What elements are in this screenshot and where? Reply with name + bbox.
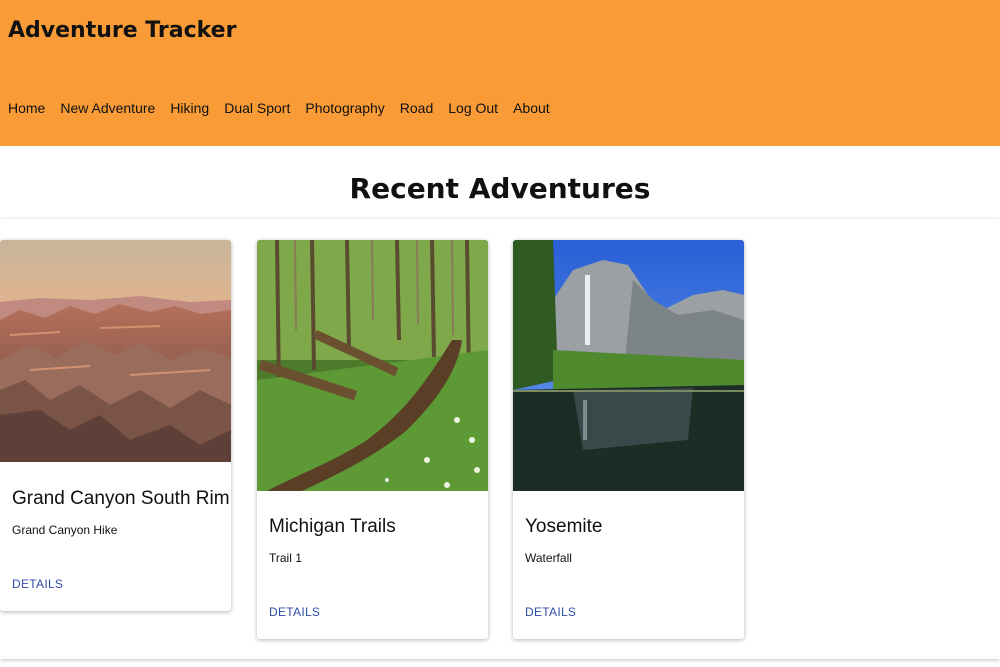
app-header: Adventure Tracker Home New Adventure Hik…	[0, 0, 1000, 146]
nav-home[interactable]: Home	[8, 100, 45, 116]
app-title: Adventure Tracker	[8, 18, 237, 43]
nav-road[interactable]: Road	[400, 100, 433, 116]
card-subtitle: Trail 1	[269, 551, 302, 565]
details-button[interactable]: DETAILS	[12, 577, 63, 591]
details-button[interactable]: DETAILS	[525, 605, 576, 619]
nav-photography[interactable]: Photography	[305, 100, 384, 116]
card-title: Yosemite	[525, 516, 603, 537]
adventures-panel: Grand Canyon South Rim Grand Canyon Hike…	[0, 219, 1000, 659]
page-title: Recent Adventures	[349, 172, 651, 205]
nav-hiking[interactable]: Hiking	[170, 100, 209, 116]
canyon-photo	[0, 240, 231, 462]
waterfall-lake-photo	[513, 240, 744, 491]
card-subtitle: Grand Canyon Hike	[12, 523, 118, 537]
details-button[interactable]: DETAILS	[269, 605, 320, 619]
adventure-card: Grand Canyon South Rim Grand Canyon Hike…	[0, 240, 231, 611]
forest-trail-photo	[257, 240, 488, 491]
card-title: Grand Canyon South Rim	[12, 488, 230, 509]
adventure-card: Michigan Trails Trail 1 DETAILS	[257, 240, 488, 639]
main-nav: Home New Adventure Hiking Dual Sport Pho…	[8, 100, 550, 116]
adventure-card: Yosemite Waterfall DETAILS	[513, 240, 744, 639]
nav-about[interactable]: About	[513, 100, 550, 116]
card-title: Michigan Trails	[269, 516, 396, 537]
nav-log-out[interactable]: Log Out	[448, 100, 498, 116]
nav-dual-sport[interactable]: Dual Sport	[224, 100, 290, 116]
nav-new-adventure[interactable]: New Adventure	[60, 100, 155, 116]
card-subtitle: Waterfall	[525, 551, 572, 565]
